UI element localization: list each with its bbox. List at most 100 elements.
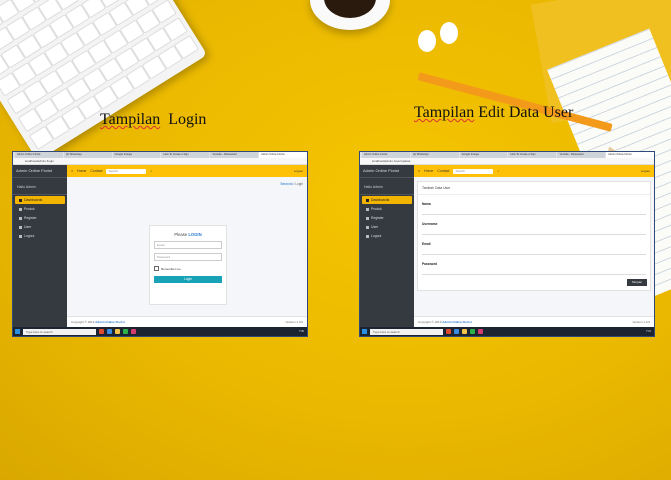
search-icon[interactable]: ⌕	[497, 169, 499, 173]
browser-tab[interactable]: Google Fotoga	[112, 152, 161, 158]
keyboard-decoration	[0, 0, 208, 161]
brand-title[interactable]: Admin Online Florist	[13, 165, 67, 178]
sidebar-item-user[interactable]: User	[15, 223, 65, 231]
app-icon[interactable]	[131, 329, 136, 334]
topbar-contact-link[interactable]: Contact	[437, 169, 449, 173]
topbar-contact-link[interactable]: Contact	[90, 169, 102, 173]
password-field[interactable]	[422, 268, 646, 275]
address-bar[interactable]: localhost/admin /login	[13, 158, 307, 165]
search-input[interactable]: Search	[453, 168, 494, 174]
email-field[interactable]	[422, 248, 646, 255]
sidebar-item-logout[interactable]: Logout	[362, 232, 412, 240]
user-icon	[366, 225, 369, 229]
browser-tab[interactable]: Google Fotoga	[459, 152, 508, 158]
browser-tabs: Admin Online Florist (2) WhatsApp Google…	[13, 152, 307, 158]
sidebar-item-label: Produk	[371, 207, 382, 211]
sidebar-item-logout[interactable]: Logout	[15, 232, 65, 240]
taskbar-clock: 7:30	[298, 330, 304, 333]
browser-tab-active[interactable]: Admin Online Florist	[606, 152, 654, 158]
app-icon[interactable]	[454, 329, 459, 334]
app-icon[interactable]	[470, 329, 475, 334]
browser-tab-active[interactable]: Admin Online Florist	[259, 152, 307, 158]
browser-tab[interactable]: (2) WhatsApp	[63, 152, 112, 158]
admin-app: Admin Online Florist Hallo Admin Dashboa…	[360, 165, 654, 327]
sidebar-item-dashboards[interactable]: Dashboards	[362, 196, 412, 204]
sidebar-item-label: User	[371, 225, 379, 229]
breadcrumb-home[interactable]: Beranda	[280, 182, 292, 186]
sidebar-item-label: Logout	[24, 234, 35, 238]
app-icon[interactable]	[446, 329, 451, 334]
app-icon[interactable]	[478, 329, 483, 334]
sidebar-item-user[interactable]: User	[362, 223, 412, 231]
app-icon[interactable]	[107, 329, 112, 334]
sidebar-item-label: User	[24, 225, 32, 229]
admin-app: Admin Online Florist Hallo Admin Dashboa…	[13, 165, 307, 327]
sidebar-item-label: Register	[24, 216, 37, 220]
topbar: ≡ Home Contact Search ⌕ Logout	[414, 165, 654, 177]
main-content: Beranda / Login Please LOGIN Email Passw…	[67, 177, 307, 327]
password-field[interactable]: Password	[154, 253, 222, 261]
menu-icon[interactable]: ≡	[418, 169, 420, 173]
taskbar-search[interactable]: Type here to search	[23, 328, 96, 335]
brand-title[interactable]: Admin Online Florist	[360, 165, 414, 178]
register-icon	[366, 216, 369, 220]
browser-tab[interactable]: Youtube - Restaurant	[557, 152, 606, 158]
footer-brand-link[interactable]: Admin Online Florist	[95, 320, 125, 324]
app-icon[interactable]	[123, 329, 128, 334]
windows-start-icon[interactable]	[362, 329, 367, 334]
taskbar-search[interactable]: Type here to search	[370, 328, 443, 335]
folder-icon[interactable]	[115, 329, 120, 334]
sidebar-item-dashboards[interactable]: Dashboards	[15, 196, 65, 204]
address-bar[interactable]: localhost/admin /user/update	[360, 158, 654, 165]
login-button[interactable]: Login	[154, 276, 222, 283]
topbar-logout-link[interactable]: Logout	[294, 169, 303, 173]
search-icon[interactable]: ⌕	[150, 169, 152, 173]
app-icon[interactable]	[99, 329, 104, 334]
save-button[interactable]: Simpan	[627, 279, 647, 286]
topbar-logout-link[interactable]: Logout	[641, 169, 650, 173]
sidebar-item-produk[interactable]: Produk	[362, 205, 412, 213]
username-field[interactable]	[422, 228, 646, 235]
caption-login: Tampilan Login	[100, 111, 206, 129]
sidebar: Admin Online Florist Hallo Admin Dashboa…	[13, 165, 67, 327]
browser-tab[interactable]: Youtube - Restaurant	[210, 152, 259, 158]
remember-me-checkbox[interactable]: Remember me	[154, 266, 222, 271]
login-title-emph: LOGIN	[188, 232, 202, 237]
footer-brand-link[interactable]: Admin Online Florist	[442, 320, 472, 324]
topbar-home-link[interactable]: Home	[424, 169, 433, 173]
breadcrumb-current: Login	[295, 182, 303, 186]
browser-tab[interactable]: How To Create a Sign	[508, 152, 557, 158]
footer-copyright: Copyright © 2019	[418, 320, 443, 324]
logout-icon	[19, 234, 22, 238]
windows-start-icon[interactable]	[15, 329, 20, 334]
sidebar-user: Hallo Admin	[360, 178, 414, 195]
sidebar-item-register[interactable]: Register	[15, 214, 65, 222]
nama-field[interactable]	[422, 208, 646, 215]
edit-user-screenshot: Admin Online Florist (2) WhatsApp Google…	[359, 151, 655, 337]
logout-icon	[366, 234, 369, 238]
footer-copyright: Copyright © 2019	[71, 320, 96, 324]
topbar-home-link[interactable]: Home	[77, 169, 86, 173]
dashboard-icon	[19, 198, 22, 202]
folder-icon	[19, 207, 22, 211]
remember-me-label: Remember me	[161, 266, 181, 271]
caption-edit-rest: Edit Data User	[474, 104, 574, 121]
search-input[interactable]: Search	[106, 168, 147, 174]
folder-icon[interactable]	[462, 329, 467, 334]
sidebar-item-register[interactable]: Register	[362, 214, 412, 222]
sidebar-user: Hallo Admin	[13, 178, 67, 195]
nama-label: Nama	[422, 202, 431, 206]
sidebar-item-produk[interactable]: Produk	[15, 205, 65, 213]
footer-version: Version 1.0.0	[632, 320, 650, 324]
email-field[interactable]: Email	[154, 241, 222, 249]
login-title-prefix: Please	[174, 232, 189, 237]
footer-version: Version 1.0.0	[285, 320, 303, 324]
dashboard-icon	[366, 198, 369, 202]
login-title: Please LOGIN	[150, 232, 226, 237]
sidebar-item-label: Dashboards	[24, 198, 43, 202]
menu-icon[interactable]: ≡	[71, 169, 73, 173]
login-screenshot: Admin Online Florist (2) WhatsApp Google…	[12, 151, 308, 337]
browser-tab[interactable]: How To Create a Sign	[161, 152, 210, 158]
windows-taskbar: Type here to search 7:30	[13, 327, 307, 336]
browser-tab[interactable]: (2) WhatsApp	[410, 152, 459, 158]
